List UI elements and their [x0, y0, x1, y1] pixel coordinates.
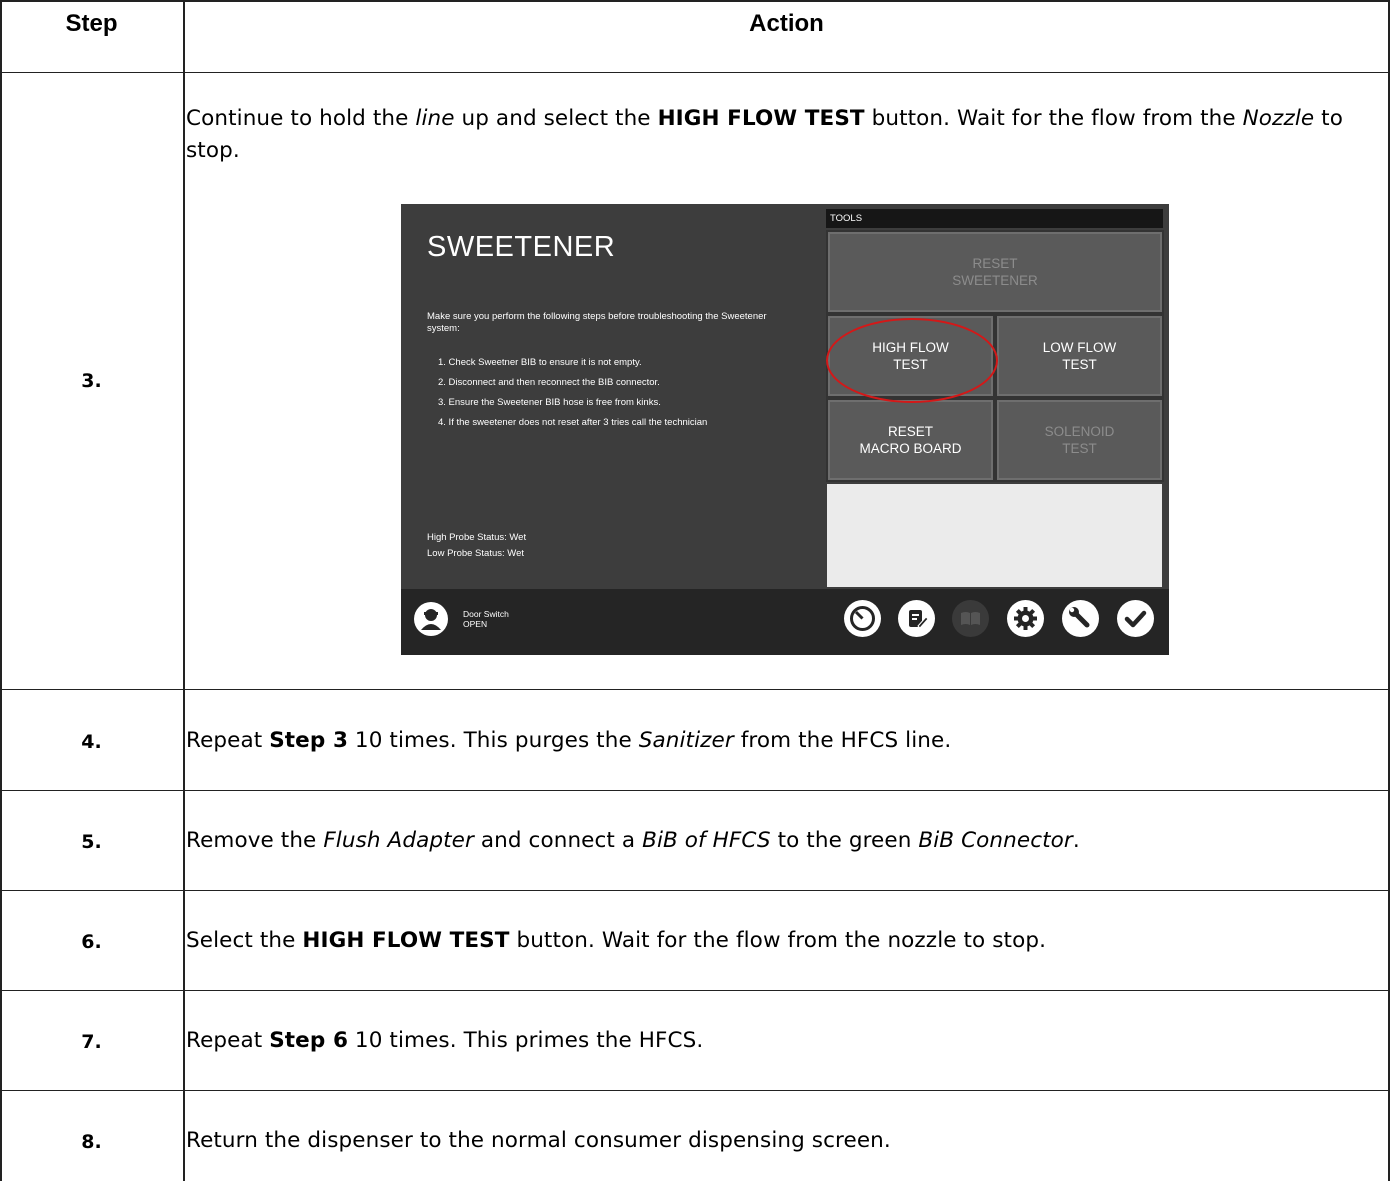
row-divider [0, 890, 1390, 891]
action-text-fragment: Remove the [186, 828, 324, 853]
action-text-fragment: Repeat [186, 1028, 270, 1053]
reset-macro-board-button[interactable]: RESET MACRO BOARD [826, 398, 995, 482]
action-text-fragment: Step 3 [269, 728, 348, 753]
action-text-fragment: Continue to hold the [186, 106, 416, 131]
gear-icon[interactable] [1007, 600, 1044, 637]
row-divider [0, 990, 1390, 991]
action-text: Repeat Step 6 10 times. This primes the … [186, 1025, 1386, 1057]
row-divider [0, 790, 1390, 791]
header-action: Action [749, 10, 824, 37]
action-text-fragment: Flush Adapter [323, 828, 474, 853]
action-text-fragment: 10 times. This primes the HFCS. [348, 1028, 704, 1053]
action-text: Select the HIGH FLOW TEST button. Wait f… [186, 925, 1386, 957]
high-probe-status: High Probe Status: Wet [427, 532, 527, 543]
step-number: 6. [81, 931, 102, 953]
technician-icon[interactable] [414, 602, 448, 636]
row-divider [0, 689, 1390, 690]
door-switch-state: OPEN [463, 619, 488, 629]
action-text-fragment: Select the [186, 928, 303, 953]
reset-macro-board-label: RESET MACRO BOARD [859, 424, 962, 456]
screen-step-item: 3. Ensure the Sweetener BIB hose is free… [438, 397, 661, 408]
reset-sweetener-button[interactable]: RESET SWEETENER [826, 230, 1164, 314]
action-text-fragment: BiB of HFCS [642, 828, 771, 853]
action-text-fragment: line [415, 106, 455, 131]
screen-step-item: 2. Disconnect and then reconnect the BIB… [438, 377, 660, 388]
table-column-divider [183, 0, 185, 1181]
action-text-fragment: Step 6 [269, 1028, 348, 1053]
action-text-fragment: HIGH FLOW TEST [302, 928, 510, 953]
step-number: 4. [81, 731, 102, 753]
action-text-fragment: Nozzle [1242, 106, 1315, 131]
step-number: 5. [81, 831, 102, 853]
action-text: Return the dispenser to the normal consu… [186, 1125, 1386, 1157]
probe-status: High Probe Status: Wet Low Probe Status:… [427, 530, 526, 562]
solenoid-test-button[interactable]: SOLENOID TEST [995, 398, 1164, 482]
door-switch-label: Door Switch [463, 609, 509, 619]
solenoid-test-label: SOLENOID TEST [1044, 424, 1115, 456]
action-text-fragment: Return the dispenser to the normal consu… [186, 1128, 891, 1153]
action-text-fragment: Repeat [186, 728, 270, 753]
step-number: 7. [81, 1031, 102, 1053]
action-text-fragment: and connect a [473, 828, 643, 853]
action-text-fragment: . [1072, 828, 1080, 853]
checkmark-icon[interactable] [1117, 600, 1154, 637]
screen-intro: Make sure you perform the following step… [427, 311, 767, 334]
edit-note-icon[interactable] [898, 600, 935, 637]
action-text-fragment: button. Wait for the flow from the nozzl… [509, 928, 1047, 953]
highlight-circle [826, 318, 998, 403]
action-text-fragment: BiB Connector [918, 828, 1073, 853]
screen-steps-list: 1. Check Sweetner BIB to ensure it is no… [427, 356, 827, 436]
low-probe-status: Low Probe Status: Wet [427, 548, 524, 559]
book-icon[interactable] [952, 600, 989, 637]
action-text-fragment: HIGH FLOW TEST [657, 106, 865, 131]
wrench-icon[interactable] [1062, 600, 1099, 637]
door-switch-status: Door Switch OPEN [463, 609, 509, 629]
low-flow-test-label: LOW FLOW TEST [1042, 340, 1117, 372]
bottom-bar [401, 589, 1169, 655]
row-divider [0, 72, 1390, 73]
step-number: 8. [81, 1131, 102, 1153]
action-text: Continue to hold the line up and select … [186, 103, 1386, 167]
header-step: Step [65, 10, 118, 37]
low-flow-test-button[interactable]: LOW FLOW TEST [995, 314, 1164, 398]
action-text: Remove the Flush Adapter and connect a B… [186, 825, 1386, 857]
sweetener-screen-screenshot: SWEETENER Make sure you perform the foll… [401, 204, 1169, 655]
action-text-fragment: to the green [770, 828, 919, 853]
action-text-fragment: Sanitizer [638, 728, 734, 753]
action-text-fragment: 10 times. This purges the [348, 728, 639, 753]
table-border-left [0, 0, 2, 1181]
action-text-fragment: button. Wait for the flow from the [864, 106, 1243, 131]
reset-sweetener-label: RESET SWEETENER [952, 256, 1038, 288]
action-text-fragment: up and select the [454, 106, 658, 131]
gauge-icon[interactable] [844, 600, 881, 637]
blank-panel [827, 484, 1162, 587]
screen-step-item: 1. Check Sweetner BIB to ensure it is no… [438, 357, 642, 368]
row-divider [0, 1090, 1390, 1091]
tools-header: TOOLS [826, 209, 1163, 228]
screen-title: SWEETENER [427, 231, 616, 263]
screen-step-item: 4. If the sweetener does not reset after… [438, 417, 708, 428]
step-number: 3. [81, 370, 102, 392]
procedure-table: Step Action 3. 4. 5. 6. 7. 8. Continue t… [0, 0, 1390, 1181]
action-text: Repeat Step 3 10 times. This purges the … [186, 725, 1386, 757]
action-text-fragment: from the HFCS line. [733, 728, 952, 753]
